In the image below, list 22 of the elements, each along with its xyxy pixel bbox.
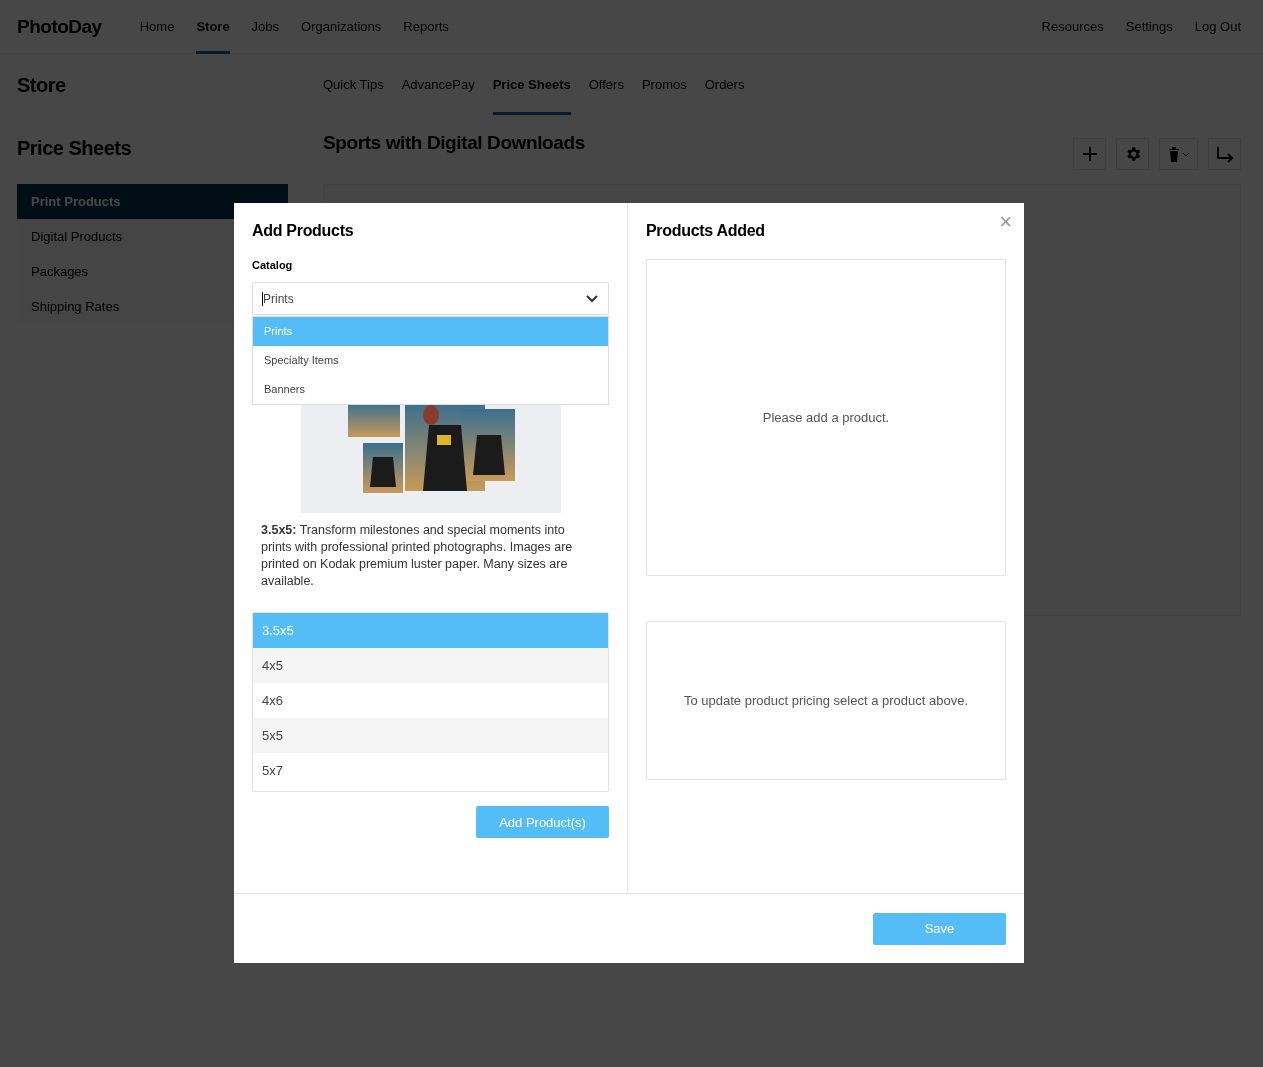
chevron-icon (586, 294, 598, 303)
close-button[interactable]: × (997, 211, 1014, 233)
add-products-button[interactable]: Add Product(s) (476, 806, 609, 838)
modal-title: Add Products (252, 221, 355, 241)
dropdown-option[interactable]: Specialty Items (253, 346, 608, 375)
product-description: 3.5x5: Transform milestones and special moments into prints with professional printed photographs. Images are printed on Kodak premium luster paper. Many sizes are available. (260, 522, 574, 590)
product-row[interactable]: 5x7 (253, 753, 608, 788)
section-title: Store (17, 74, 67, 97)
empty-state-message: Please add a product. (646, 259, 1006, 576)
field-label: Catalog (252, 259, 294, 271)
dropdown-option[interactable]: Prints (253, 317, 608, 346)
product-row[interactable]: 4x6 (253, 683, 608, 718)
product-row[interactable]: 3.5x5 (253, 613, 608, 648)
catalog-select[interactable]: Prints (252, 282, 609, 315)
empty-state-message: To update product pricing select a product above. (646, 621, 1006, 780)
dropdown-option[interactable]: Banners (253, 375, 608, 404)
page-title: Sports with Digital Downloads (323, 132, 585, 154)
product-row[interactable]: 4x5 (253, 648, 608, 683)
sidebar-title: Price Sheets (17, 137, 133, 160)
save-button[interactable]: Save (873, 912, 1006, 945)
product-row[interactable]: 5x5 (253, 718, 608, 753)
modal-title: Products Added (646, 221, 766, 241)
